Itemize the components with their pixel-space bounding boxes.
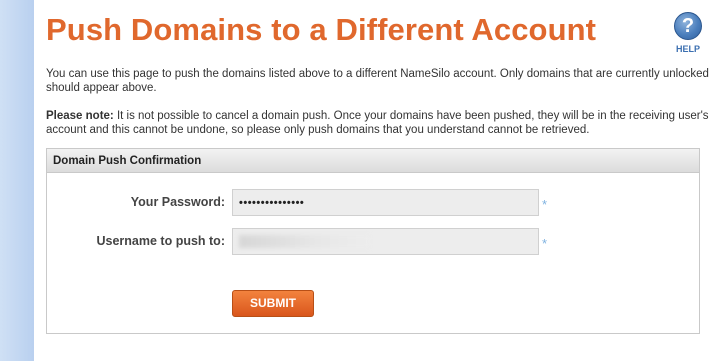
password-field[interactable]: ••••••••••••••• <box>232 189 539 216</box>
username-required-marker: * <box>542 236 548 251</box>
note-body: It is not possible to cancel a domain pu… <box>46 110 709 136</box>
main-content: Push Domains to a Different Account ? HE… <box>34 0 723 361</box>
note-text: Please note: It is not possible to cance… <box>46 109 716 137</box>
password-value: ••••••••••••••• <box>239 197 305 209</box>
username-field[interactable] <box>232 228 539 255</box>
help-link[interactable]: ? HELP <box>672 12 704 54</box>
left-rail <box>0 0 34 361</box>
note-label: Please note: <box>46 110 114 122</box>
page-title: Push Domains to a Different Account <box>46 12 597 47</box>
password-label: Your Password: <box>130 195 225 209</box>
help-icon[interactable]: ? <box>674 12 702 40</box>
username-redacted <box>239 235 369 249</box>
intro-text: You can use this page to push the domain… <box>46 68 709 94</box>
domain-push-panel: Domain Push Confirmation Your Password: … <box>46 148 700 334</box>
username-label: Username to push to: <box>96 234 226 248</box>
submit-button[interactable]: SUBMIT <box>232 290 314 317</box>
panel-header: Domain Push Confirmation <box>47 149 699 173</box>
password-required-marker: * <box>542 197 548 212</box>
help-label[interactable]: HELP <box>672 44 704 54</box>
